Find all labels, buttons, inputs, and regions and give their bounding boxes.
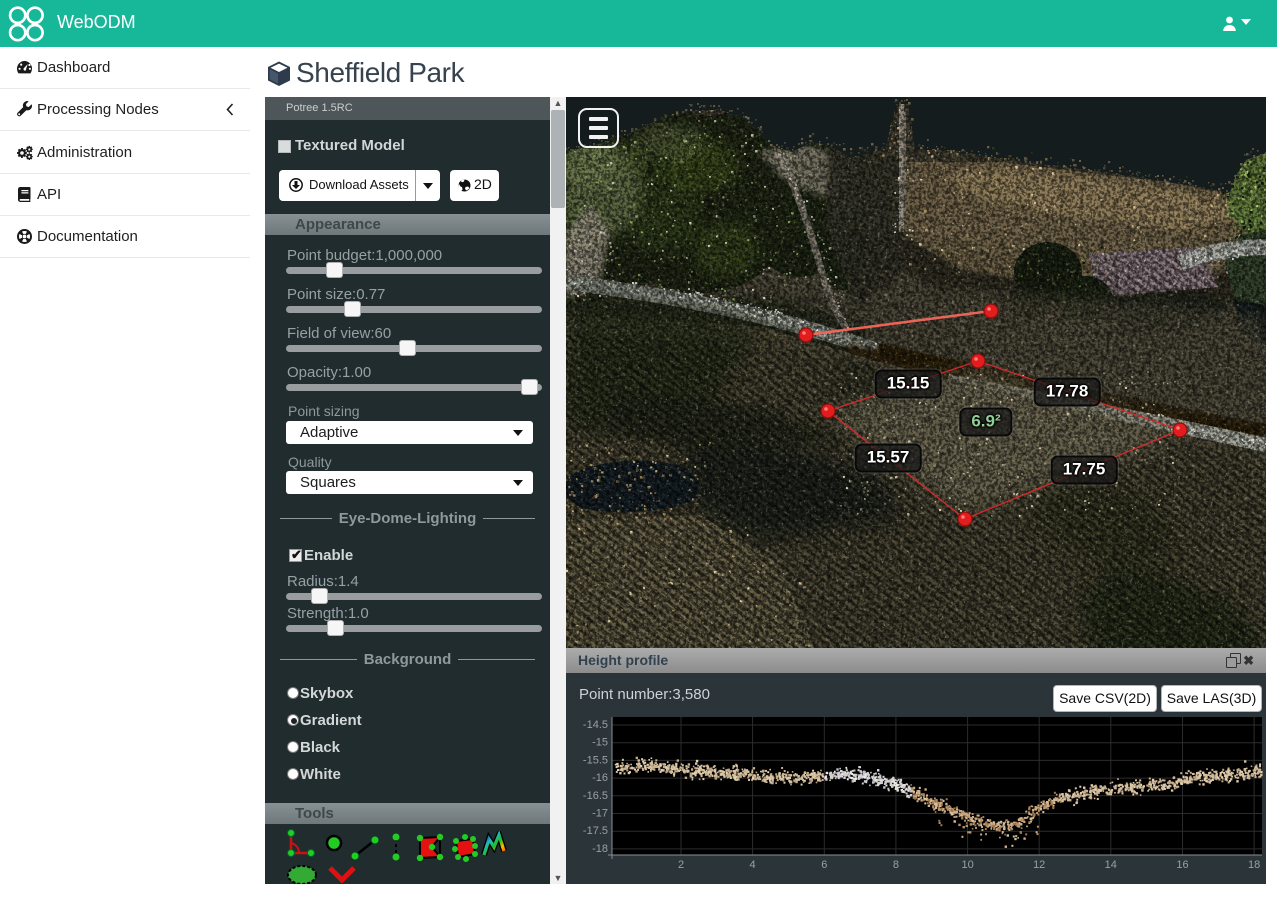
svg-text:16: 16	[1176, 859, 1188, 871]
svg-text:8: 8	[893, 859, 899, 871]
svg-text:-14.5: -14.5	[583, 719, 608, 731]
svg-text:-17.5: -17.5	[583, 825, 608, 837]
svg-text:6: 6	[821, 859, 827, 871]
svg-text:-17: -17	[592, 808, 608, 820]
svg-text:2: 2	[678, 859, 684, 871]
svg-text:10: 10	[961, 859, 973, 871]
svg-text:14: 14	[1105, 859, 1117, 871]
svg-text:-16: -16	[592, 772, 608, 784]
svg-text:4: 4	[750, 859, 756, 871]
svg-text:-15: -15	[592, 737, 608, 749]
svg-text:-18: -18	[592, 843, 608, 855]
svg-text:18: 18	[1248, 859, 1260, 871]
svg-text:-16.5: -16.5	[583, 790, 608, 802]
svg-text:-15.5: -15.5	[583, 754, 608, 766]
svg-text:12: 12	[1033, 859, 1045, 871]
